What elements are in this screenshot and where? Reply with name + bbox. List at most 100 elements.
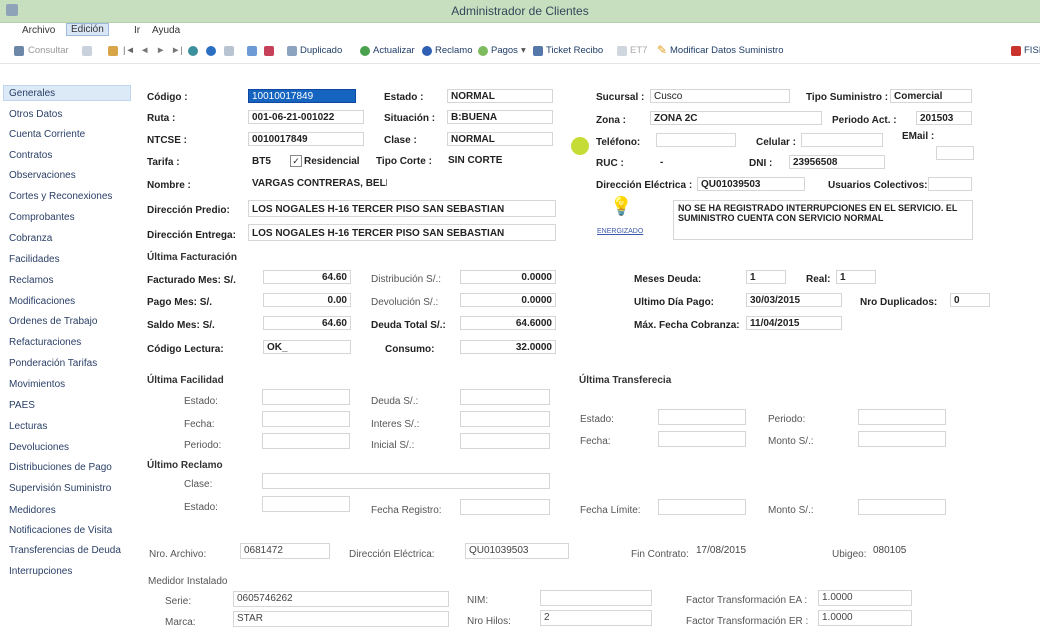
max-fecha-cobranza-field[interactable]: 11/04/2015 xyxy=(746,316,842,330)
facilidad-deuda-field[interactable] xyxy=(460,389,550,405)
facilidad-interes-field[interactable] xyxy=(460,411,550,427)
reclamo-clase-field[interactable] xyxy=(262,473,550,489)
ultimo-dia-pago-field[interactable]: 30/03/2015 xyxy=(746,293,842,307)
consultar-button[interactable]: Consultar xyxy=(28,45,69,56)
sidebar-item[interactable]: Observaciones xyxy=(9,170,76,181)
book-icon[interactable] xyxy=(264,46,274,56)
sidebar-item[interactable]: Comprobantes xyxy=(9,212,75,223)
sidebar-item[interactable]: Modificaciones xyxy=(9,296,75,307)
copy-icon[interactable] xyxy=(82,46,92,56)
sucursal-field[interactable]: Cusco xyxy=(650,89,790,103)
first-record-icon[interactable]: |◄ xyxy=(123,45,135,56)
fisi-button[interactable]: FISI xyxy=(1024,45,1040,56)
transferencia-monto-field[interactable] xyxy=(858,431,946,447)
sidebar-item[interactable]: Medidores xyxy=(9,505,56,516)
tarifa-field[interactable]: BT5 xyxy=(248,154,288,168)
devolucion-field[interactable]: 0.0000 xyxy=(460,293,556,307)
pago-field[interactable]: 0.00 xyxy=(263,293,351,307)
sidebar-item[interactable]: Interrupciones xyxy=(9,566,72,577)
last-record-icon[interactable]: ►| xyxy=(171,45,183,56)
factor-er-field[interactable]: 1.0000 xyxy=(818,610,912,626)
sidebar-item[interactable]: Devoluciones xyxy=(9,442,69,453)
reclamo-button[interactable]: Reclamo xyxy=(435,45,473,56)
marca-field[interactable]: STAR xyxy=(233,611,449,627)
zona-field[interactable]: ZONA 2C xyxy=(650,111,822,125)
paste-icon[interactable] xyxy=(108,46,118,56)
codigo-lectura-field[interactable]: OK_ xyxy=(263,340,351,354)
nombre-field[interactable]: VARGAS CONTRERAS, BELEN xyxy=(248,176,388,190)
codigo-field[interactable]: 10010017849 xyxy=(248,89,356,103)
sidebar-item[interactable]: Facilidades xyxy=(9,254,60,265)
chevron-down-icon[interactable]: ▾ xyxy=(521,45,526,56)
et7-button[interactable]: ET7 xyxy=(630,45,647,56)
ruta-field[interactable]: 001-06-21-001022 xyxy=(248,110,364,124)
periodo-act-field[interactable]: 201503 xyxy=(916,111,972,125)
usuarios-colectivos-field[interactable] xyxy=(928,177,972,191)
pagos-button[interactable]: Pagos xyxy=(491,45,518,56)
sidebar-item[interactable]: Generales xyxy=(9,88,55,99)
reclamo-fecha-limite-field[interactable] xyxy=(658,499,746,515)
situacion-field[interactable]: B:BUENA xyxy=(447,110,553,124)
fin-contrato-field[interactable]: 17/08/2015 xyxy=(692,543,786,559)
dir-entrega-field[interactable]: LOS NOGALES H-16 TERCER PISO SAN SEBASTI… xyxy=(248,224,556,241)
sidebar-item[interactable]: Movimientos xyxy=(9,379,65,390)
email-field[interactable] xyxy=(936,146,974,160)
nro-archivo-field[interactable]: 0681472 xyxy=(240,543,330,559)
sidebar-item[interactable]: Cortes y Reconexiones xyxy=(9,191,112,202)
real-field[interactable]: 1 xyxy=(836,270,876,284)
energizado-link[interactable]: ENERGIZADO xyxy=(597,228,643,235)
sidebar-item[interactable]: Notificaciones de Visita xyxy=(9,525,112,536)
sidebar-item[interactable]: Refacturaciones xyxy=(9,337,81,348)
help-icon[interactable] xyxy=(206,46,216,56)
ubigeo-field[interactable]: 080105 xyxy=(869,543,933,559)
sidebar-item[interactable]: Supervisión Suministro xyxy=(9,483,111,494)
sidebar-item[interactable]: Reclamos xyxy=(9,275,53,286)
reclamo-monto-field[interactable] xyxy=(858,499,946,515)
facturado-field[interactable]: 64.60 xyxy=(263,270,351,284)
telefono-field[interactable] xyxy=(656,133,736,147)
home-icon[interactable] xyxy=(14,46,24,56)
deuda-total-field[interactable]: 64.6000 xyxy=(460,316,556,330)
image-icon[interactable] xyxy=(247,46,257,56)
bottom-dir-electrica-field[interactable]: QU01039503 xyxy=(465,543,569,559)
transferencia-periodo-field[interactable] xyxy=(858,409,946,425)
globe-icon[interactable] xyxy=(188,46,198,56)
sidebar-item[interactable]: Otros Datos xyxy=(9,109,62,120)
serie-field[interactable]: 0605746262 xyxy=(233,591,449,607)
nro-duplicados-field[interactable]: 0 xyxy=(950,293,990,307)
consumo-field[interactable]: 32.0000 xyxy=(460,340,556,354)
meses-deuda-field[interactable]: 1 xyxy=(746,270,786,284)
factor-ea-field[interactable]: 1.0000 xyxy=(818,590,912,606)
menu-ir[interactable]: Ir xyxy=(134,25,140,36)
facilidad-inicial-field[interactable] xyxy=(460,433,550,449)
facilidad-estado-field[interactable] xyxy=(262,389,350,405)
reclamo-estado-field[interactable] xyxy=(262,496,350,512)
distribucion-field[interactable]: 0.0000 xyxy=(460,270,556,284)
tipo-corte-field[interactable]: SIN CORTE xyxy=(444,153,554,167)
menu-edicion[interactable]: Edición xyxy=(66,23,109,36)
residencial-checkbox[interactable]: ✓ xyxy=(290,155,302,167)
estado-field[interactable]: NORMAL xyxy=(447,89,553,103)
menu-archivo[interactable]: Archivo xyxy=(22,25,55,36)
nim-field[interactable] xyxy=(540,590,652,606)
ntcse-field[interactable]: 0010017849 xyxy=(248,132,364,146)
sidebar-item[interactable]: Cobranza xyxy=(9,233,52,244)
transferencia-estado-field[interactable] xyxy=(658,409,746,425)
dir-predio-field[interactable]: LOS NOGALES H-16 TERCER PISO SAN SEBASTI… xyxy=(248,200,556,217)
dni-field[interactable]: 23956508 xyxy=(789,155,885,169)
transferencia-fecha-field[interactable] xyxy=(658,431,746,447)
ticket-recibo-button[interactable]: Ticket Recibo xyxy=(546,45,603,56)
sidebar-item[interactable]: Lecturas xyxy=(9,421,47,432)
sidebar-item[interactable]: PAES xyxy=(9,400,35,411)
actualizar-button[interactable]: Actualizar xyxy=(373,45,415,56)
facilidad-periodo-field[interactable] xyxy=(262,433,350,449)
sidebar-item[interactable]: Distribuciones de Pago xyxy=(9,462,112,473)
nro-hilos-field[interactable]: 2 xyxy=(540,610,652,626)
ruc-field[interactable]: - xyxy=(656,155,736,169)
duplicado-button[interactable]: Duplicado xyxy=(300,45,342,56)
celular-field[interactable] xyxy=(801,133,883,147)
dir-electrica-field[interactable]: QU01039503 xyxy=(697,177,805,191)
sidebar-item[interactable]: Cuenta Corriente xyxy=(9,129,85,140)
sidebar-item[interactable]: Ponderación Tarifas xyxy=(9,358,97,369)
facilidad-fecha-field[interactable] xyxy=(262,411,350,427)
